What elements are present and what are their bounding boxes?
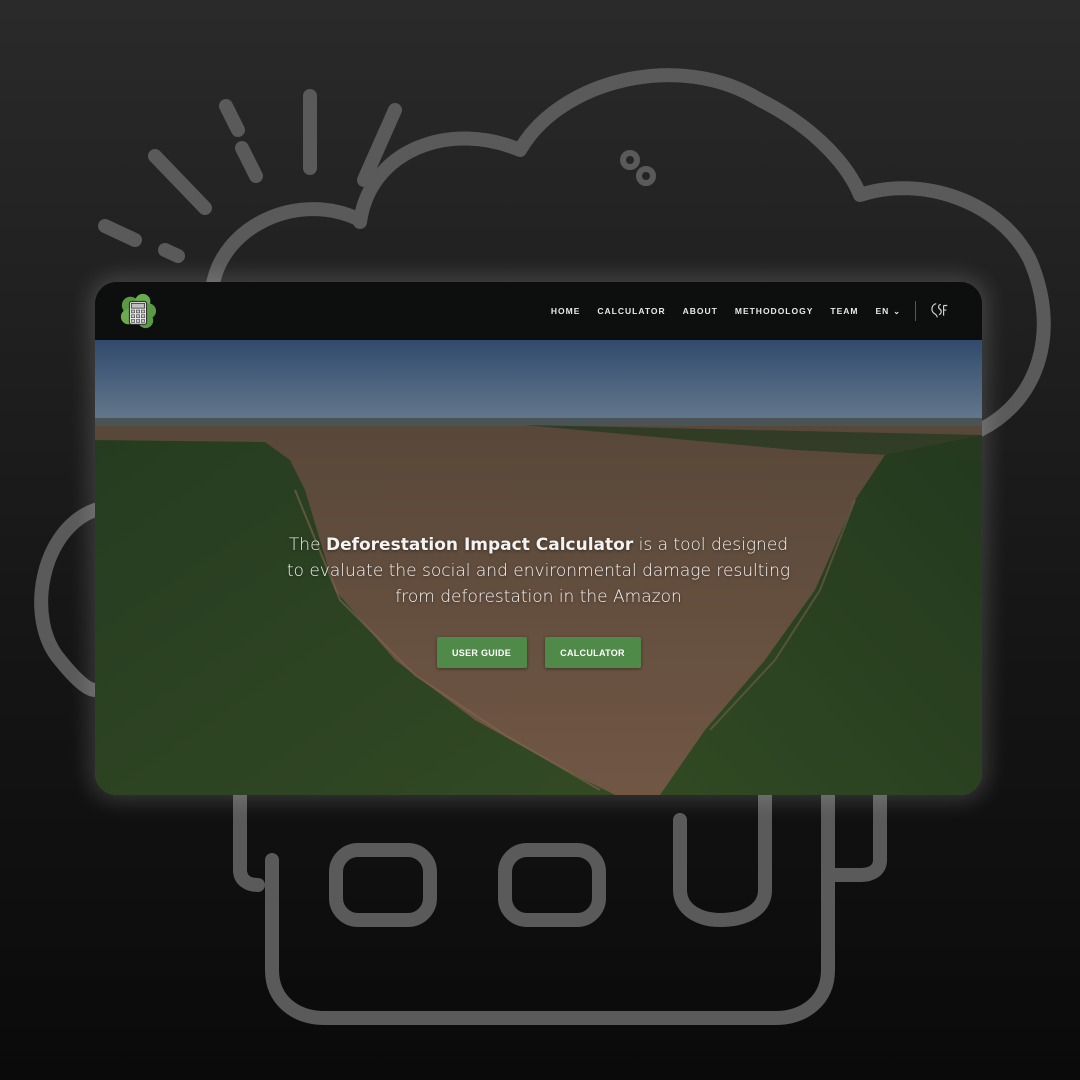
browser-window: HOME CALCULATOR ABOUT METHODOLOGY TEAM E… — [95, 282, 982, 795]
nav-methodology[interactable]: METHODOLOGY — [735, 306, 814, 316]
pot-handle — [673, 788, 772, 927]
sun-ray — [98, 219, 142, 247]
cloud-left — [34, 503, 102, 697]
hero-text-before: The — [288, 535, 326, 555]
nav-team[interactable]: TEAM — [830, 306, 858, 316]
chevron-down-icon: ⌄ — [893, 306, 901, 316]
language-label: EN — [875, 306, 890, 316]
pot-body — [265, 788, 835, 1025]
nav-divider — [915, 301, 916, 321]
nav-home[interactable]: HOME — [551, 306, 581, 316]
sun-ray — [235, 141, 263, 183]
calculator-button[interactable]: CALCULATOR — [544, 637, 641, 668]
calculator-tree-logo-icon[interactable] — [119, 292, 157, 330]
user-guide-button[interactable]: USER GUIDE — [436, 637, 527, 668]
navbar: HOME CALCULATOR ABOUT METHODOLOGY TEAM E… — [95, 282, 982, 340]
csf-logo-icon[interactable] — [928, 300, 950, 322]
sun-arc — [205, 202, 367, 297]
nav-calculator[interactable]: CALCULATOR — [597, 306, 665, 316]
sun-ray — [158, 243, 185, 263]
hero-description: The Deforestation Impact Calculator is a… — [285, 532, 792, 610]
pot-window — [329, 843, 437, 927]
pot-window — [498, 843, 606, 927]
nav-about[interactable]: ABOUT — [683, 306, 718, 316]
nav-links: HOME CALCULATOR ABOUT METHODOLOGY TEAM E… — [534, 282, 950, 340]
sun-ray — [148, 149, 212, 215]
hero-buttons: USER GUIDE CALCULATOR — [95, 637, 982, 668]
language-selector[interactable]: EN ⌄ — [875, 306, 901, 316]
sun-ray — [219, 99, 245, 137]
hero-text-strong: Deforestation Impact Calculator — [325, 535, 634, 555]
hero-section: The Deforestation Impact Calculator is a… — [95, 340, 982, 795]
